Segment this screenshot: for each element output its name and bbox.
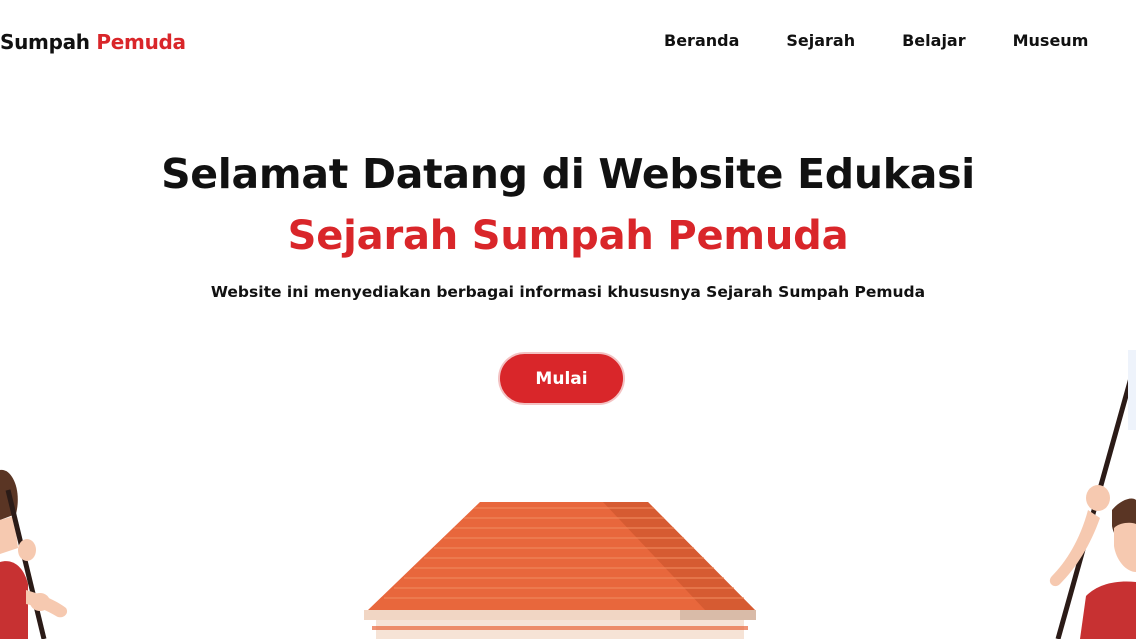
building-illustration [364, 502, 756, 639]
hero-title: Selamat Datang di Website Edukasi [161, 150, 975, 198]
site-logo[interactable]: Sumpah Pemuda [0, 30, 186, 54]
logo-text-primary: Sumpah [0, 30, 90, 54]
youth-left-illustration [0, 469, 68, 639]
nav-link-belajar[interactable]: Belajar [902, 31, 966, 50]
logo-text-accent: Pemuda [96, 30, 186, 54]
hero-section: Selamat Datang di Website Edukasi Sejara… [0, 146, 1136, 301]
nav-link-sejarah[interactable]: Sejarah [786, 31, 855, 50]
nav-menu: Beranda Sejarah Belajar Museum [664, 31, 1135, 50]
youth-right-illustration [1049, 350, 1136, 639]
hero-description: Website ini menyediakan berbagai informa… [210, 283, 926, 301]
nav-link-beranda[interactable]: Beranda [664, 31, 739, 50]
start-button[interactable]: Mulai [498, 352, 625, 405]
page: Sumpah Pemuda Beranda Sejarah Belajar Mu… [0, 0, 1136, 639]
hero-subtitle: Sejarah Sumpah Pemuda [287, 213, 849, 259]
nav-link-museum[interactable]: Museum [1013, 31, 1089, 50]
navbar: Sumpah Pemuda Beranda Sejarah Belajar Mu… [0, 0, 1136, 84]
